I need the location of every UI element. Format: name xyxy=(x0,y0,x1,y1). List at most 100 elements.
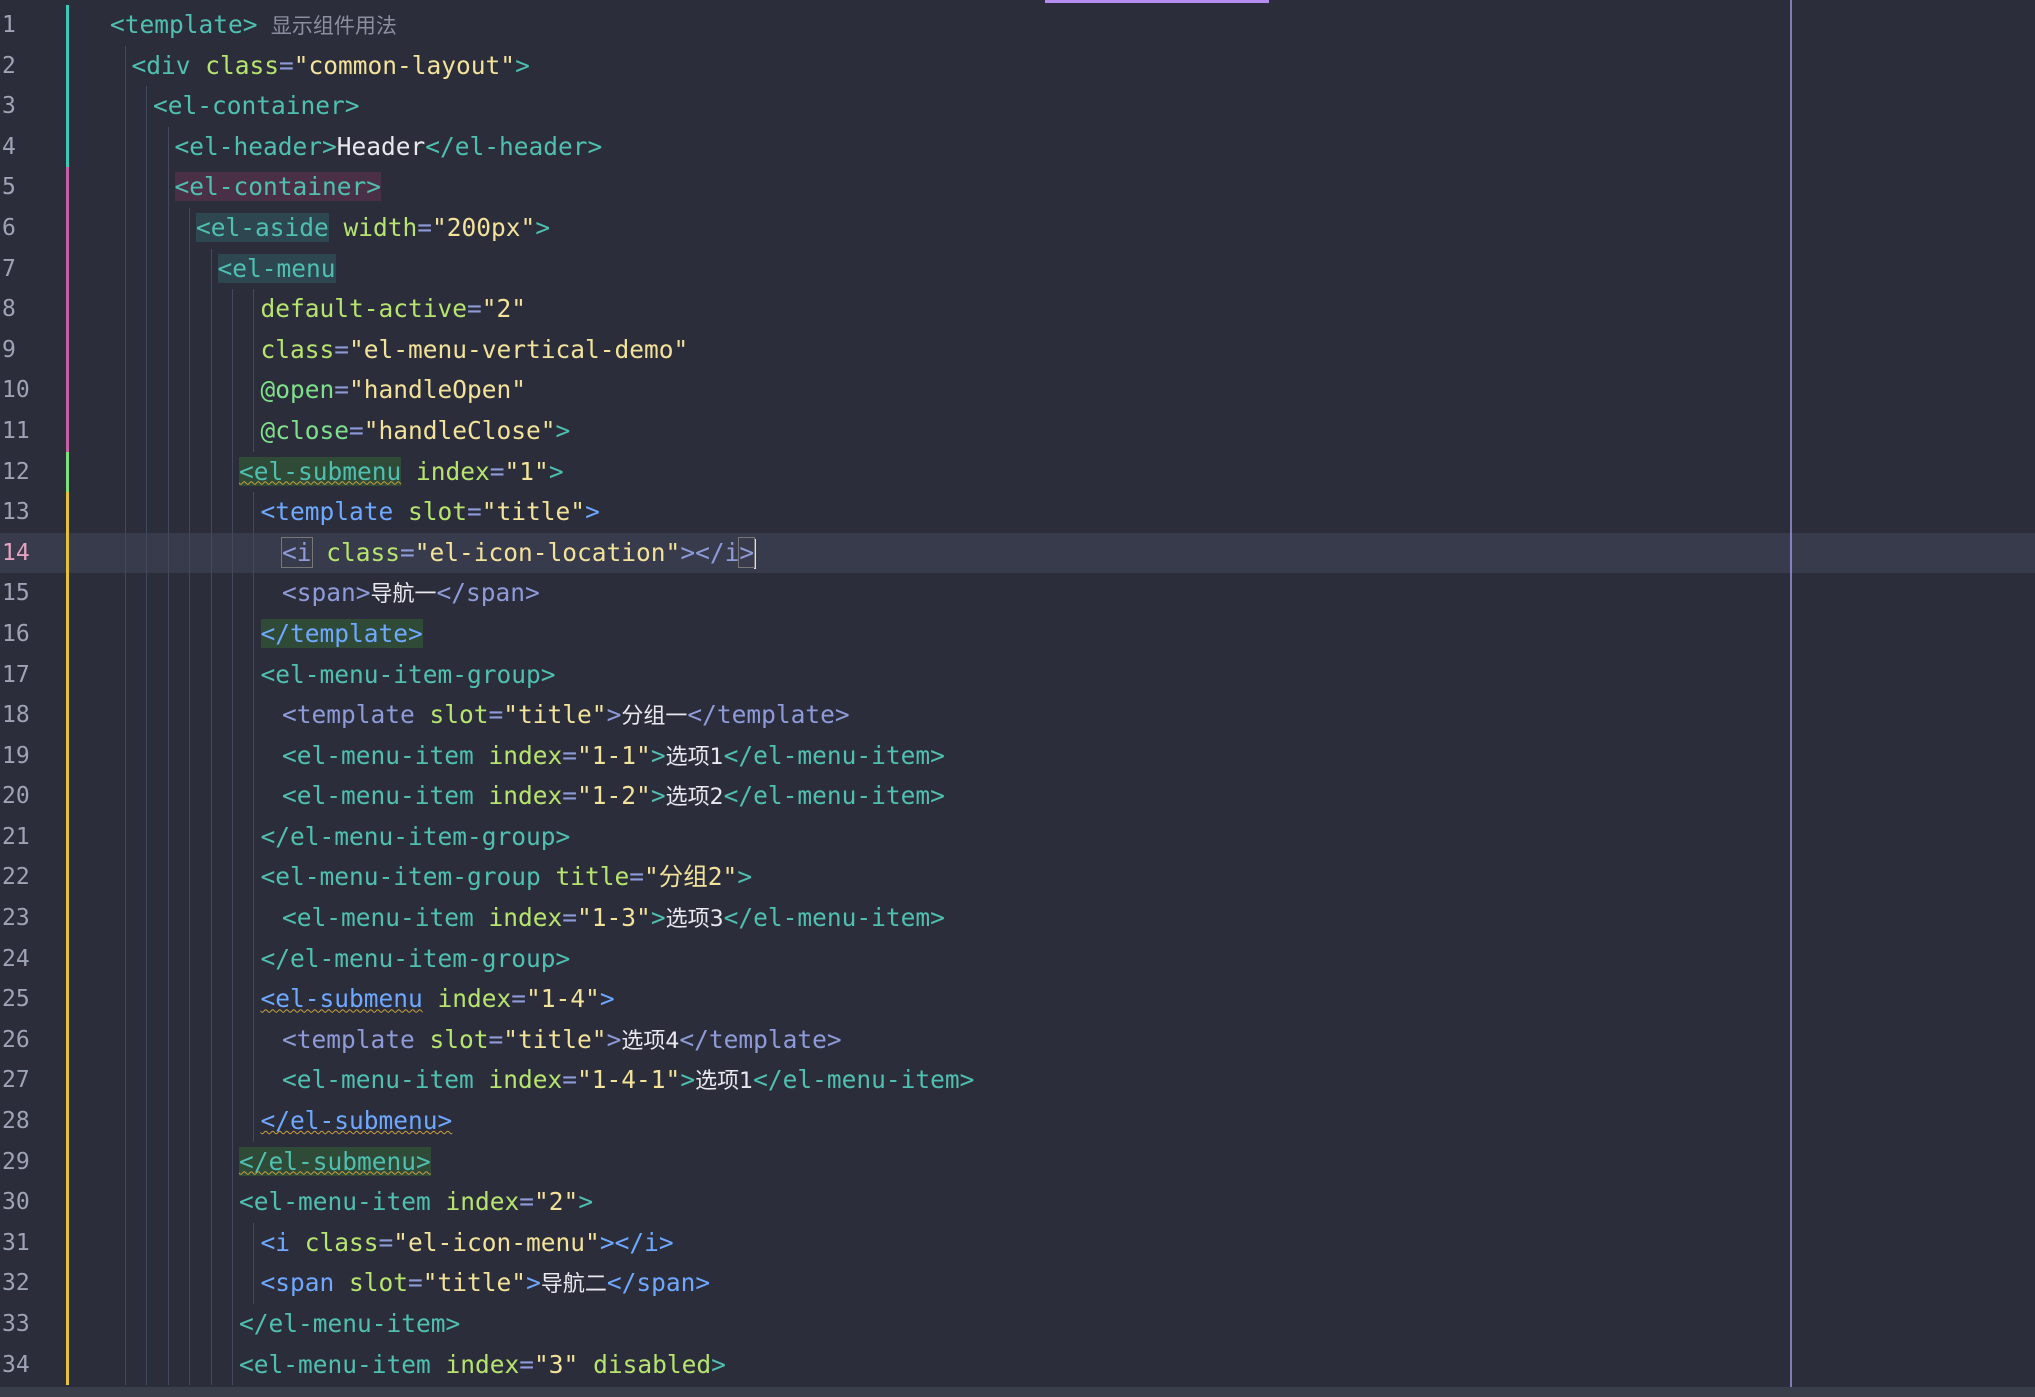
code-line[interactable]: 9 class="el-menu-vertical-demo" xyxy=(0,329,2035,371)
code-token: = xyxy=(629,862,645,892)
code-line[interactable]: 10 @open="handleOpen" xyxy=(0,370,2035,411)
code-line[interactable]: 20 <el-menu-item index="1-2">选项2</el-menu… xyxy=(0,776,2035,817)
code-text[interactable]: <template slot="title">分组一</template> xyxy=(282,695,850,738)
code-text[interactable]: <div class="common-layout"> xyxy=(132,46,530,87)
code-line[interactable]: 6 <el-aside width="200px"> xyxy=(0,207,2035,249)
code-line[interactable]: 19 <el-menu-item index="1-1">选项1</el-menu… xyxy=(0,735,2035,779)
code-line[interactable]: 13 <template slot="title"> xyxy=(0,492,2035,533)
code-text[interactable]: <span slot="title">导航二</span> xyxy=(261,1263,711,1306)
code-line[interactable]: 18 <template slot="title">分组一</template> xyxy=(0,695,2035,736)
code-line[interactable]: 1 <template> 显示组件用法 xyxy=(0,5,2035,46)
code-text[interactable]: </el-menu-item-group> xyxy=(261,817,571,858)
code-text[interactable]: <i class="el-icon-location"></i> xyxy=(281,533,757,574)
code-line[interactable]: 21 </el-menu-item-group> xyxy=(0,816,2035,858)
code-text[interactable]: </template> xyxy=(260,614,423,655)
code-text[interactable]: <el-menu-item-group> xyxy=(261,655,556,696)
code-area[interactable]: 1 <template> 显示组件用法 2 <div class="common-la… xyxy=(0,5,2035,1386)
code-line[interactable]: 34 <el-menu-item index="3" disabled> xyxy=(0,1344,2035,1386)
code-text[interactable]: @open="handleOpen" xyxy=(261,370,527,411)
code-text[interactable]: <el-menu-item index="1-1">选项1</el-menu-i… xyxy=(282,736,945,779)
indent-guide xyxy=(125,126,126,168)
horizontal-scrollbar[interactable] xyxy=(0,1387,2035,1397)
indent-guide xyxy=(146,735,147,777)
code-text[interactable]: default-active="2" xyxy=(261,289,527,330)
code-line[interactable]: 28 </el-submenu> xyxy=(0,1101,2035,1142)
line-number: 29 xyxy=(2,1148,30,1175)
code-token: </el-submenu> xyxy=(260,1106,453,1136)
code-token: title xyxy=(555,862,630,892)
code-token: "el-icon-location" xyxy=(414,537,681,567)
indent-guide xyxy=(168,126,169,168)
code-text[interactable]: <el-container> xyxy=(153,86,360,127)
code-token: = xyxy=(519,1349,535,1379)
code-text[interactable]: <template slot="title"> xyxy=(261,492,600,533)
code-text[interactable]: <span>导航一</span> xyxy=(282,573,540,616)
change-marker xyxy=(66,126,69,168)
code-text[interactable]: <template> 显示组件用法 xyxy=(110,5,397,47)
indent-guide xyxy=(189,654,190,696)
code-line[interactable]: 17 <el-menu-item-group> xyxy=(0,654,2035,696)
code-line[interactable]: 4 <el-header>Header</el-header> xyxy=(0,126,2035,168)
code-line[interactable]: 27 <el-menu-item index="1-4-1">选项1</el-me… xyxy=(0,1060,2035,1103)
code-line[interactable]: 32 <span slot="title">导航二</span> xyxy=(0,1263,2035,1304)
code-text[interactable]: <el-menu-item index="1-3">选项3</el-menu-i… xyxy=(282,898,945,941)
indent-guide xyxy=(146,1101,147,1142)
code-text[interactable]: <el-aside width="200px"> xyxy=(196,208,550,249)
indent-guide xyxy=(189,776,190,817)
code-line[interactable]: 2 <div class="common-layout"> xyxy=(0,45,2035,87)
code-line[interactable]: 15 <span>导航一</span> xyxy=(0,573,2035,614)
code-line[interactable]: 12 <el-submenu index="1"> xyxy=(0,451,2035,493)
code-line[interactable]: 14 <i class="el-icon-location"></i> xyxy=(0,532,2035,574)
change-marker xyxy=(66,654,69,696)
code-text[interactable]: <el-header>Header</el-header> xyxy=(175,127,603,168)
indent-guide xyxy=(232,1141,233,1183)
code-text[interactable]: <el-menu-item-group title="分组2"> xyxy=(261,857,753,898)
code-line[interactable]: 26 <template slot="title">选项4</template> xyxy=(0,1019,2035,1063)
indent-guide xyxy=(168,979,169,1020)
code-text[interactable]: </el-menu-item> xyxy=(239,1304,460,1345)
code-text[interactable]: <el-submenu index="1-4"> xyxy=(261,979,615,1020)
code-line[interactable]: 16 </template> xyxy=(0,613,2035,655)
code-text[interactable]: <template slot="title">选项4</template> xyxy=(282,1020,842,1063)
code-line[interactable]: 3 <el-container> xyxy=(0,86,2035,127)
indent-guide xyxy=(146,126,147,168)
line-number: 3 xyxy=(2,93,16,120)
code-line[interactable]: 31 <i class="el-icon-menu"></i> xyxy=(0,1222,2035,1264)
code-editor[interactable]: 1 <template> 显示组件用法 2 <div class="common-la… xyxy=(0,0,2035,1397)
code-line[interactable]: 25 <el-submenu index="1-4"> xyxy=(0,979,2035,1020)
indent-guide xyxy=(125,370,126,411)
code-text[interactable]: <el-menu-item index="1-2">选项2</el-menu-i… xyxy=(282,776,945,819)
code-token: ></i> xyxy=(599,1227,674,1257)
code-line[interactable]: 8 default-active="2" xyxy=(0,289,2035,330)
code-text[interactable]: <el-menu-item index="3" disabled> xyxy=(239,1345,726,1386)
code-line[interactable]: 23 <el-menu-item index="1-3">选项3</el-menu… xyxy=(0,898,2035,939)
code-line[interactable]: 22 <el-menu-item-group title="分组2"> xyxy=(0,857,2035,899)
code-text[interactable]: </el-submenu> xyxy=(261,1101,453,1142)
code-text[interactable]: <el-container> xyxy=(174,167,382,208)
code-text[interactable]: <el-menu-item index="1-4-1">选项1</el-menu… xyxy=(282,1060,974,1103)
code-token: slot xyxy=(349,1268,409,1298)
code-line[interactable]: 29 </el-submenu> xyxy=(0,1141,2035,1183)
code-token: > xyxy=(555,415,571,445)
code-line[interactable]: 24 </el-menu-item-group> xyxy=(0,938,2035,980)
change-marker xyxy=(66,86,69,127)
code-line[interactable]: 33 </el-menu-item> xyxy=(0,1304,2035,1345)
indent-guide xyxy=(253,654,254,696)
indent-guide xyxy=(189,979,190,1020)
code-text[interactable]: @close="handleClose"> xyxy=(261,411,571,452)
code-line[interactable]: 5 <el-container> xyxy=(0,167,2035,208)
code-text[interactable]: <el-submenu index="1"> xyxy=(239,452,564,493)
code-text[interactable]: <el-menu xyxy=(217,249,336,290)
indent-guide xyxy=(189,1141,190,1183)
code-line[interactable]: 11 @close="handleClose"> xyxy=(0,410,2035,452)
indent-guide xyxy=(146,532,147,574)
code-text[interactable]: <i class="el-icon-menu"></i> xyxy=(261,1223,674,1264)
code-line[interactable]: 7 <el-menu xyxy=(0,248,2035,290)
right-margin-guide xyxy=(1790,0,1792,1387)
code-text[interactable]: </el-menu-item-group> xyxy=(261,939,571,980)
code-line[interactable]: 30 <el-menu-item index="2"> xyxy=(0,1182,2035,1223)
code-text[interactable]: <el-menu-item index="2"> xyxy=(239,1182,593,1223)
code-text[interactable]: class="el-menu-vertical-demo" xyxy=(261,330,689,371)
code-text[interactable]: </el-submenu> xyxy=(239,1142,431,1183)
indent-guide xyxy=(211,1344,212,1386)
